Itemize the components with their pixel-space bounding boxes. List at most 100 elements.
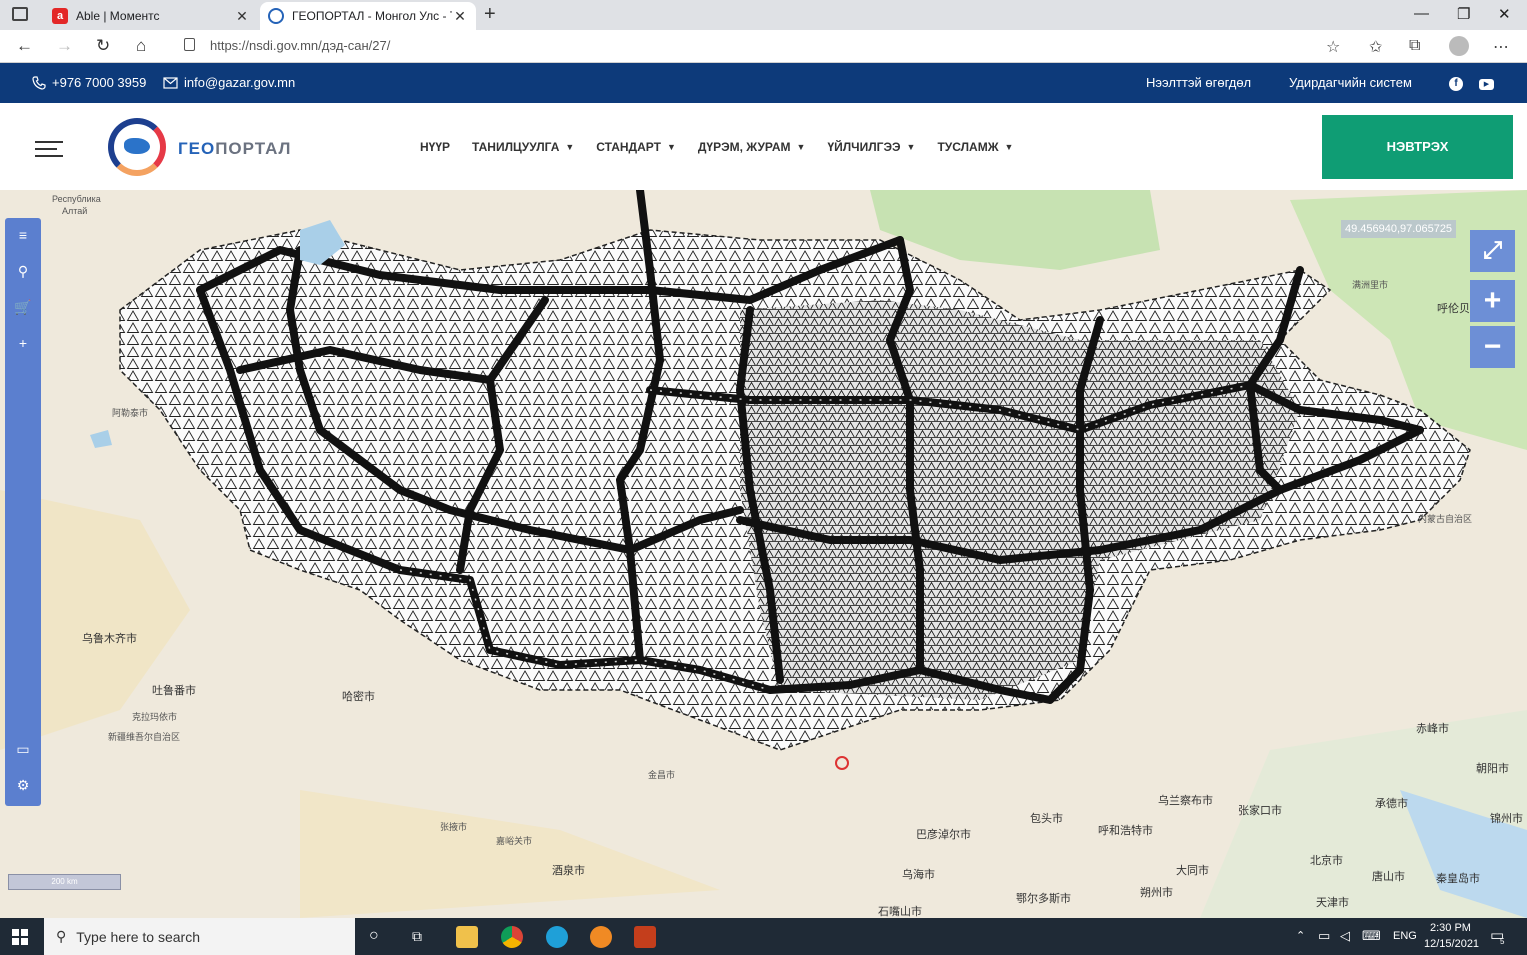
map-book-icon[interactable]: ▭ (14, 740, 32, 758)
map-label: 石嘴山市 (878, 906, 922, 918)
able-favicon-icon: a (52, 8, 68, 24)
close-window-icon[interactable]: ✕ (1498, 5, 1511, 23)
clock-date[interactable]: 12/15/2021 (1424, 938, 1479, 950)
manager-system-link[interactable]: Удирдагчийн систем (1289, 75, 1412, 90)
settings-gear-icon[interactable]: ⚙ (14, 776, 32, 794)
file-explorer-icon[interactable] (456, 926, 478, 948)
task-view-icon[interactable]: ⧉ (412, 928, 422, 945)
nav-item-help[interactable]: ТУСЛАМЖ ▼ (937, 140, 1013, 154)
forward-icon[interactable]: → (56, 36, 73, 56)
map-label: 张掖市 (440, 822, 468, 832)
fullscreen-icon[interactable]: ⤢ (1470, 230, 1515, 272)
map-label: 克拉玛依市 (132, 712, 178, 722)
close-tab-icon[interactable]: ✕ (234, 8, 250, 25)
collections-icon[interactable]: ⧉ (1409, 37, 1420, 55)
chevron-down-icon: ▼ (565, 142, 575, 152)
back-icon[interactable]: ← (16, 36, 33, 56)
open-data-link[interactable]: Нээлттэй өгөгдөл (1146, 75, 1251, 90)
layers-menu-icon[interactable]: ≡ (14, 226, 32, 244)
restore-icon[interactable]: ❐ (1457, 5, 1470, 23)
clock-time[interactable]: 2:30 PM (1430, 922, 1471, 934)
zoom-in-button[interactable]: + (1470, 280, 1515, 322)
map-label: 秦皇岛市 (1436, 873, 1480, 885)
search-icon: ⚲ (56, 928, 67, 944)
nav-item-standard[interactable]: СТАНДАРТ ▼ (596, 140, 676, 154)
email-address: info@gazar.gov.mn (184, 75, 296, 90)
browser-tab-geoportal[interactable]: ГЕОПОРТАЛ - Монгол Улс - Ту ✕ (260, 2, 476, 30)
tab-title: ГЕОПОРТАЛ - Монгол Улс - Ту (292, 9, 452, 23)
zoom-out-button[interactable]: − (1470, 326, 1515, 368)
map-label: 金昌市 (648, 770, 676, 780)
map-label: 满洲里市 (1352, 280, 1389, 290)
edge-icon[interactable] (546, 926, 568, 948)
scale-bar: 200 km (8, 874, 121, 890)
login-button[interactable]: НЭВТРЭХ (1322, 115, 1513, 179)
map-label: 朝阳市 (1476, 763, 1509, 775)
map-canvas[interactable] (0, 190, 1527, 918)
volume-icon[interactable]: ◁ (1340, 928, 1350, 944)
network-icon[interactable]: ▭ (1318, 928, 1330, 944)
map-label: 鄂尔多斯市 (1016, 893, 1071, 905)
nav-item-rules[interactable]: ДҮРЭМ, ЖУРАМ ▼ (698, 140, 806, 154)
language-indicator[interactable]: ENG (1393, 930, 1417, 942)
close-tab-icon[interactable]: ✕ (452, 8, 468, 25)
chevron-down-icon: ▼ (906, 142, 916, 152)
reload-icon[interactable]: ↻ (96, 36, 110, 56)
map-label: 新疆维吾尔自治区 (108, 732, 181, 742)
add-favorite-icon[interactable]: ☆ (1326, 37, 1340, 57)
nav-item-home[interactable]: НҮҮР (420, 140, 450, 154)
map-label: 包头市 (1030, 813, 1063, 825)
main-navigation: ГЕОПОРТАЛ НҮҮР ТАНИЛЦУУЛГА ▼ СТАНДАРТ ▼ ДҮ… (0, 103, 1527, 190)
cart-icon[interactable]: 🛒 (14, 298, 32, 316)
facebook-icon[interactable]: f (1449, 77, 1463, 91)
email-contact[interactable]: info@gazar.gov.mn (163, 75, 295, 90)
map-viewport[interactable]: Республика Алтай 乌鲁木齐市 吐鲁番市 哈密市 酒泉市 张掖市 … (0, 190, 1527, 918)
windows-start-icon[interactable] (12, 929, 28, 945)
windows-taskbar: ⚲ Type here to search ○ ⧉ ⌃ ▭ ◁ ⌨ ENG 2:… (0, 918, 1527, 955)
minimize-icon[interactable]: — (1414, 5, 1429, 22)
favorites-icon[interactable]: ✩ (1369, 37, 1382, 57)
phone-contact[interactable]: +976 7000 3959 (32, 75, 146, 90)
map-label: 唐山市 (1372, 871, 1405, 883)
browser-tab-strip: a Able | Моментс ✕ ГЕОПОРТАЛ - Монгол Ул… (0, 0, 1527, 30)
notification-badge: 5 (1500, 937, 1505, 946)
youtube-icon[interactable]: ▶ (1479, 79, 1494, 90)
url-field[interactable]: https://nsdi.gov.mn/дэд-сан/27/ (210, 38, 390, 53)
firefox-icon[interactable] (590, 926, 612, 948)
powerpoint-icon[interactable] (634, 926, 656, 948)
taskbar-search[interactable]: ⚲ Type here to search (44, 918, 355, 955)
nav-item-services[interactable]: ҮЙЛЧИЛГЭЭ ▼ (827, 140, 915, 154)
map-label: 巴彦淖尔市 (916, 829, 971, 841)
keyboard-icon[interactable]: ⌨ (1362, 928, 1381, 944)
browser-tab-able[interactable]: a Able | Моментс ✕ (44, 2, 258, 30)
lock-icon[interactable] (184, 38, 195, 51)
chrome-icon[interactable] (501, 926, 523, 948)
cortana-icon[interactable]: ○ (369, 927, 379, 945)
map-label: 吐鲁番市 (152, 685, 196, 697)
phone-number: +976 7000 3959 (52, 75, 147, 90)
search-placeholder: Type here to search (76, 928, 201, 945)
map-label: 天津市 (1316, 897, 1349, 909)
map-label: Алтай (62, 206, 88, 216)
map-label: 赤峰市 (1416, 723, 1449, 735)
more-menu-icon[interactable]: ⋯ (1493, 37, 1509, 57)
search-icon[interactable]: ⚲ (14, 262, 32, 280)
map-label: 呼和浩特市 (1098, 825, 1153, 837)
map-label: 嘉峪关市 (496, 836, 533, 846)
hamburger-menu-icon[interactable] (35, 141, 63, 157)
new-tab-icon[interactable]: + (484, 3, 496, 26)
site-logo-text[interactable]: ГЕОПОРТАЛ (178, 139, 292, 159)
add-icon[interactable]: + (14, 334, 32, 352)
map-label: 酒泉市 (552, 865, 585, 877)
geoportal-favicon-icon (268, 8, 284, 24)
map-label: 北京市 (1310, 855, 1343, 867)
map-label: 大同市 (1176, 865, 1209, 877)
nav-item-intro[interactable]: ТАНИЛЦУУЛГА ▼ (472, 140, 574, 154)
tray-chevron-icon[interactable]: ⌃ (1296, 929, 1305, 942)
geoportal-logo-icon[interactable] (108, 118, 166, 176)
home-icon[interactable]: ⌂ (136, 36, 146, 56)
profile-avatar[interactable] (1449, 36, 1469, 56)
tab-actions-icon[interactable] (12, 7, 28, 21)
map-label: 乌兰察布市 (1158, 795, 1213, 807)
address-bar-row: ← → ↻ ⌂ https://nsdi.gov.mn/дэд-сан/27/ … (0, 30, 1527, 63)
